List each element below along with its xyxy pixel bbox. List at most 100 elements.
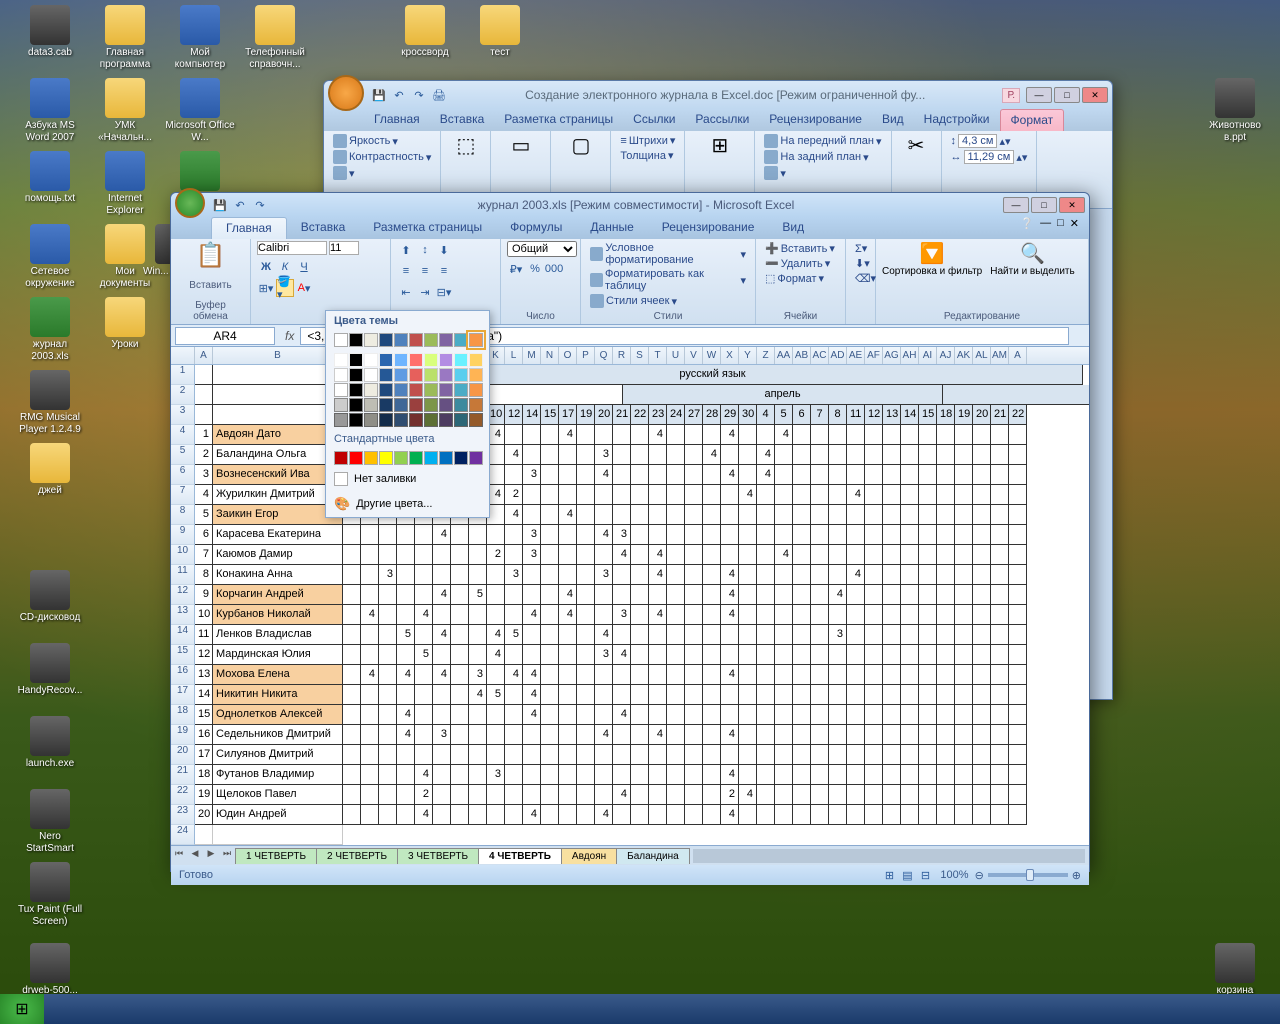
cell[interactable]: 6	[793, 405, 811, 425]
cell[interactable]	[919, 765, 937, 785]
cell[interactable]	[613, 445, 631, 465]
cell[interactable]	[901, 485, 919, 505]
cell[interactable]	[991, 665, 1009, 685]
cell[interactable]	[829, 665, 847, 685]
row-header[interactable]: 1	[171, 365, 195, 385]
cell[interactable]: 11	[847, 405, 865, 425]
row-header[interactable]: 21	[171, 765, 195, 785]
cell[interactable]	[631, 545, 649, 565]
color-swatch[interactable]	[454, 368, 468, 382]
row-header[interactable]: 5	[171, 445, 195, 465]
cell[interactable]	[703, 465, 721, 485]
cell[interactable]	[505, 745, 523, 765]
cell[interactable]: Корчагин Андрей	[213, 585, 343, 605]
sheet-tab[interactable]: Авдоян	[561, 848, 617, 864]
cell[interactable]: 4	[361, 605, 379, 625]
cell[interactable]	[955, 445, 973, 465]
cell[interactable]	[415, 525, 433, 545]
cell[interactable]	[937, 765, 955, 785]
cell[interactable]	[469, 745, 487, 765]
cell[interactable]	[775, 725, 793, 745]
cell[interactable]	[919, 745, 937, 765]
cell[interactable]: 5	[397, 625, 415, 645]
cell[interactable]	[847, 465, 865, 485]
cell[interactable]	[865, 525, 883, 545]
color-swatch[interactable]	[334, 451, 348, 465]
cell[interactable]	[883, 445, 901, 465]
zoom-in-button[interactable]: ⊕	[1072, 869, 1081, 882]
color-swatch[interactable]	[379, 383, 393, 397]
cell[interactable]	[775, 505, 793, 525]
cell[interactable]	[343, 785, 361, 805]
cell[interactable]	[415, 665, 433, 685]
cell[interactable]	[847, 545, 865, 565]
cell[interactable]	[829, 685, 847, 705]
italic-button[interactable]: К	[276, 258, 294, 276]
cell[interactable]	[343, 645, 361, 665]
cell[interactable]	[901, 805, 919, 825]
cell[interactable]: 4	[415, 765, 433, 785]
cell[interactable]	[1009, 505, 1027, 525]
color-swatch[interactable]	[409, 383, 423, 397]
cell[interactable]	[739, 645, 757, 665]
cell[interactable]	[973, 585, 991, 605]
cell[interactable]	[415, 685, 433, 705]
cell[interactable]	[559, 445, 577, 465]
cell[interactable]: Мохова Елена	[213, 665, 343, 685]
bring-front-button[interactable]: На передний план ▾	[761, 133, 884, 149]
column-header[interactable]: AL	[973, 347, 991, 364]
cell[interactable]	[955, 485, 973, 505]
color-swatch[interactable]	[364, 383, 378, 397]
cell[interactable]	[195, 365, 213, 385]
cell[interactable]	[721, 645, 739, 665]
row-header[interactable]: 12	[171, 585, 195, 605]
cell[interactable]	[631, 625, 649, 645]
cell[interactable]	[577, 725, 595, 745]
cell[interactable]	[793, 665, 811, 685]
cell[interactable]	[775, 785, 793, 805]
cell[interactable]	[811, 785, 829, 805]
color-swatch[interactable]	[424, 413, 438, 427]
column-header[interactable]: T	[649, 347, 667, 364]
row-header[interactable]: 19	[171, 725, 195, 745]
cell[interactable]: 5	[469, 585, 487, 605]
desktop-icon[interactable]: УМК «Начальн...	[90, 78, 160, 144]
cell[interactable]	[487, 605, 505, 625]
desktop-icon[interactable]: Сетевое окружение	[15, 224, 85, 290]
column-header[interactable]: AE	[847, 347, 865, 364]
cell[interactable]: 3	[523, 545, 541, 565]
cell[interactable]	[847, 685, 865, 705]
cell[interactable]: Карасева Екатерина	[213, 525, 343, 545]
cell[interactable]	[793, 425, 811, 445]
color-swatch[interactable]	[469, 398, 483, 412]
cell[interactable]	[901, 425, 919, 445]
cell[interactable]: 4	[721, 665, 739, 685]
zoom-out-button[interactable]: ⊖	[975, 869, 984, 882]
ribbon-tab[interactable]: Разметка страницы	[359, 217, 496, 239]
color-swatch[interactable]	[424, 451, 438, 465]
cell[interactable]	[883, 485, 901, 505]
minimize-button[interactable]: —	[1003, 197, 1029, 213]
cell[interactable]	[991, 505, 1009, 525]
cell[interactable]	[991, 545, 1009, 565]
cell[interactable]: 4	[595, 725, 613, 745]
autosum-button[interactable]: Σ▾	[852, 241, 869, 256]
cell[interactable]	[577, 605, 595, 625]
cell[interactable]	[865, 645, 883, 665]
cell[interactable]	[667, 725, 685, 745]
column-header[interactable]: P	[577, 347, 595, 364]
cell[interactable]	[1009, 725, 1027, 745]
cell[interactable]: 22	[1009, 405, 1027, 425]
cell[interactable]	[379, 665, 397, 685]
cell[interactable]	[775, 605, 793, 625]
cell[interactable]: Силуянов Дмитрий	[213, 745, 343, 765]
cell[interactable]	[847, 785, 865, 805]
cell[interactable]	[397, 685, 415, 705]
row-header[interactable]: 24	[171, 825, 195, 845]
row-header[interactable]: 22	[171, 785, 195, 805]
cell[interactable]: 12	[505, 405, 523, 425]
desktop-icon[interactable]: журнал 2003.xls	[15, 297, 85, 363]
color-swatch[interactable]	[394, 398, 408, 412]
cell[interactable]	[847, 425, 865, 445]
cell[interactable]	[811, 525, 829, 545]
